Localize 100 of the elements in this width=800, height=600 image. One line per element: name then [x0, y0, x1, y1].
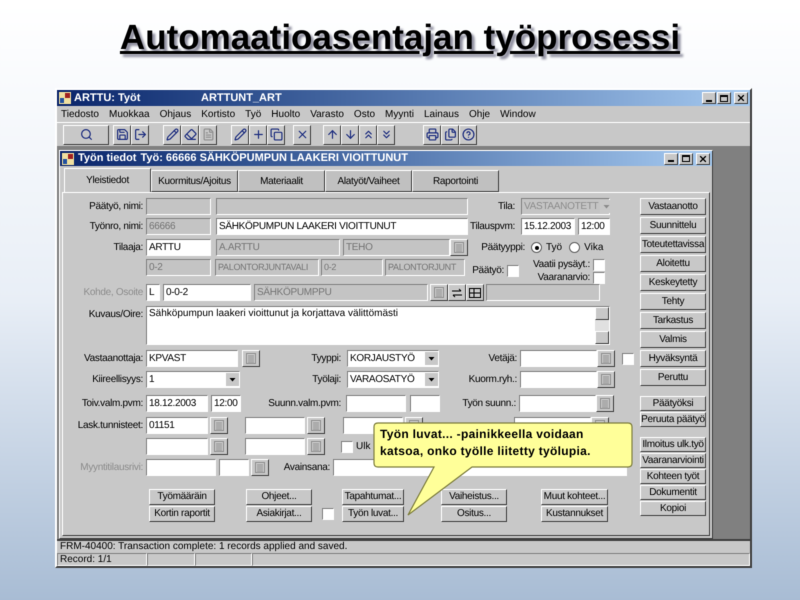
form-button[interactable]: Hyväksyntä [640, 350, 706, 367]
input-field[interactable] [346, 395, 406, 412]
menu-item[interactable]: Window [500, 106, 536, 122]
form-button[interactable]: Aloitettu [640, 255, 706, 272]
list-button[interactable] [307, 438, 325, 455]
form-button[interactable]: Työn luvat... [342, 506, 404, 522]
form-button[interactable]: Peruttu [640, 369, 706, 386]
list-button[interactable] [597, 350, 615, 367]
checkbox[interactable] [341, 440, 353, 452]
menu-item[interactable]: Osto [354, 106, 376, 122]
tab[interactable]: Raportointi [412, 170, 499, 192]
form-button[interactable]: Kohteen työt [640, 469, 706, 484]
menu-item[interactable]: Ohje [468, 106, 490, 122]
list-button[interactable] [242, 350, 260, 367]
maximize-button[interactable] [679, 152, 693, 164]
list-button[interactable] [210, 438, 228, 455]
input-field[interactable] [519, 395, 596, 412]
toolbar-button[interactable] [113, 124, 131, 145]
form-button[interactable]: Muut kohteet... [541, 489, 608, 505]
list-button[interactable] [450, 239, 468, 256]
menu-item[interactable]: Muokkaa [108, 106, 150, 122]
input-field[interactable]: ARTTU [146, 239, 211, 256]
input-field[interactable]: SÄHKÖPUMPUN LAAKERI VIOITTUNUT [216, 218, 468, 235]
transfer-button[interactable] [448, 284, 466, 301]
toolbar-button[interactable] [181, 124, 199, 145]
toolbar-button[interactable] [267, 124, 285, 145]
description-field[interactable]: Sähköpumpun laakeri vioittunut ja korjattava välittömästi [146, 306, 610, 345]
toolbar-button[interactable] [131, 124, 149, 145]
list-button[interactable] [597, 371, 615, 388]
list-button[interactable] [307, 417, 325, 434]
input-field[interactable] [146, 459, 216, 476]
radio-button[interactable] [531, 242, 542, 253]
list-button[interactable] [596, 395, 614, 412]
input-field[interactable]: KPVAST [146, 350, 238, 367]
dropdown[interactable]: 1 [146, 371, 240, 388]
checkbox[interactable] [593, 258, 605, 270]
form-button[interactable]: Keskeytetty [640, 274, 706, 291]
menu-item[interactable]: Tiedosto [61, 106, 99, 122]
toolbar-button[interactable] [63, 124, 109, 145]
minimize-button[interactable] [664, 152, 678, 164]
checkbox[interactable] [622, 352, 634, 364]
form-button[interactable]: Peruuta päätyö [640, 412, 706, 427]
checkbox[interactable] [507, 265, 519, 277]
form-button[interactable]: Kustannukset [541, 506, 608, 522]
list-button[interactable] [210, 417, 228, 434]
form-button[interactable]: Toteutettavissa [640, 236, 706, 253]
toolbar-button[interactable] [341, 124, 359, 145]
input-field[interactable]: 18.12.2003 [146, 395, 208, 412]
radio-button[interactable] [569, 242, 580, 253]
toolbar-button[interactable] [359, 124, 377, 145]
form-button[interactable]: Kopioi [640, 501, 706, 516]
toolbar-button[interactable] [231, 124, 249, 145]
form-button[interactable]: Ohjeet... [246, 489, 312, 505]
form-button[interactable]: Päätyöksi [640, 396, 706, 411]
menu-item[interactable]: Varasto [310, 106, 344, 122]
input-field[interactable]: 01151 [146, 417, 208, 434]
minimize-button[interactable] [702, 92, 716, 104]
scrollbar[interactable] [595, 307, 609, 344]
close-button[interactable] [734, 92, 748, 104]
input-field[interactable] [219, 459, 249, 476]
form-button[interactable]: Ilmoitus ulk.työ [640, 437, 706, 452]
input-field[interactable] [410, 395, 440, 412]
tab[interactable]: Kuormitus/Ajoitus [151, 170, 238, 192]
toolbar-button[interactable] [163, 124, 181, 145]
form-button[interactable]: Tehty [640, 293, 706, 310]
list-button[interactable] [430, 284, 448, 301]
toolbar-button[interactable] [459, 124, 477, 145]
form-button[interactable]: Ositus... [441, 506, 507, 522]
toolbar-button[interactable] [323, 124, 341, 145]
form-button[interactable]: Suunnittelu [640, 217, 706, 234]
input-field[interactable] [146, 438, 208, 455]
input-field[interactable]: 15.12.2003 [521, 218, 575, 235]
form-button[interactable]: Valmis [640, 331, 706, 348]
form-button[interactable]: Vaiheistus... [441, 489, 507, 505]
toolbar-button[interactable] [199, 124, 217, 145]
checkbox[interactable] [322, 508, 334, 520]
menu-item[interactable]: Lainaus [424, 106, 459, 122]
input-field[interactable]: 12:00 [578, 218, 610, 235]
maximize-button[interactable] [717, 92, 731, 104]
toolbar-button[interactable] [423, 124, 441, 145]
toolbar-button[interactable] [377, 124, 395, 145]
menu-item[interactable]: Huolto [271, 106, 300, 122]
toolbar-button[interactable] [249, 124, 267, 145]
menu-item[interactable]: Kortisto [201, 106, 236, 122]
menu-item[interactable]: Työ [245, 106, 262, 122]
dropdown[interactable]: KORJAUSTYÖ [347, 350, 439, 367]
form-button[interactable]: Vaaranarviointi [640, 453, 706, 468]
form-button[interactable]: Tapahtumat... [342, 489, 404, 505]
tab[interactable]: Materiaalit [238, 170, 325, 192]
close-button[interactable] [696, 152, 710, 164]
grid-button[interactable] [466, 284, 484, 301]
form-button[interactable]: Kortin raportit [149, 506, 215, 522]
input-field[interactable]: 12:00 [211, 395, 241, 412]
input-field[interactable] [245, 438, 305, 455]
toolbar-button[interactable] [293, 124, 311, 145]
menu-item[interactable]: Ohjaus [160, 106, 192, 122]
tab[interactable]: Alatyöt/Vaiheet [325, 170, 412, 192]
checkbox[interactable] [593, 272, 605, 284]
form-button[interactable]: Työmääräin [149, 489, 215, 505]
list-button[interactable] [251, 459, 269, 476]
